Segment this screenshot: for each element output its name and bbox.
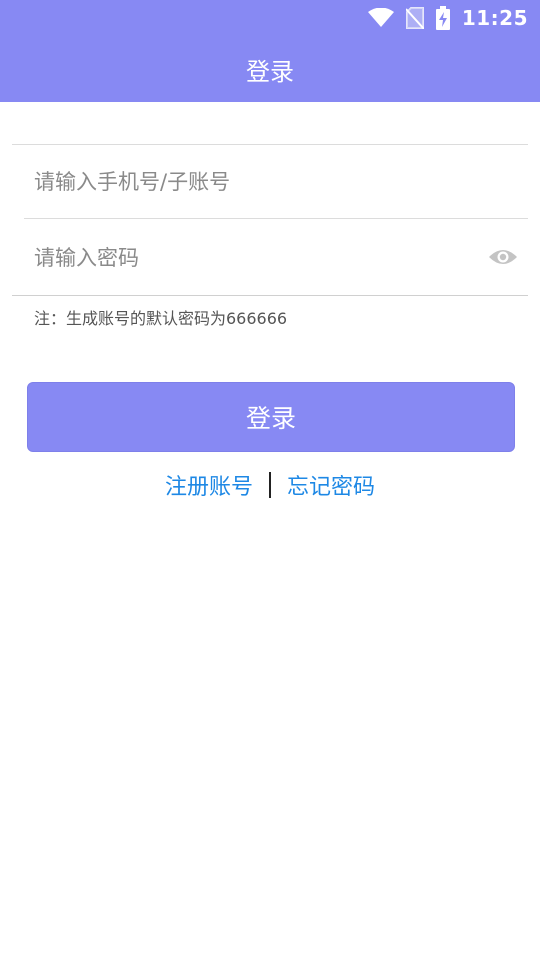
status-bar: 11:25 <box>0 0 540 36</box>
forgot-password-link[interactable]: 忘记密码 <box>287 469 375 501</box>
phone-input[interactable] <box>24 169 464 194</box>
phone-field <box>24 145 528 219</box>
wifi-icon <box>367 8 394 27</box>
no-sim-icon <box>405 7 424 29</box>
status-icons: 11:25 <box>367 6 528 30</box>
password-field <box>24 221 528 295</box>
page-title: 登录 <box>246 57 294 86</box>
eye-icon[interactable] <box>488 247 518 267</box>
top-bar: 11:25 登录 <box>0 0 540 102</box>
battery-charging-icon <box>435 6 450 30</box>
link-separator <box>269 472 271 498</box>
default-password-note: 注：生成账号的默认密码为666666 <box>34 309 288 328</box>
divider <box>12 295 528 296</box>
status-time: 11:25 <box>461 6 528 30</box>
auth-links: 注册账号 忘记密码 <box>0 466 540 504</box>
login-button[interactable]: 登录 <box>27 382 515 452</box>
title-bar: 登录 <box>0 36 540 102</box>
register-link[interactable]: 注册账号 <box>165 469 253 501</box>
password-input[interactable] <box>24 246 464 270</box>
